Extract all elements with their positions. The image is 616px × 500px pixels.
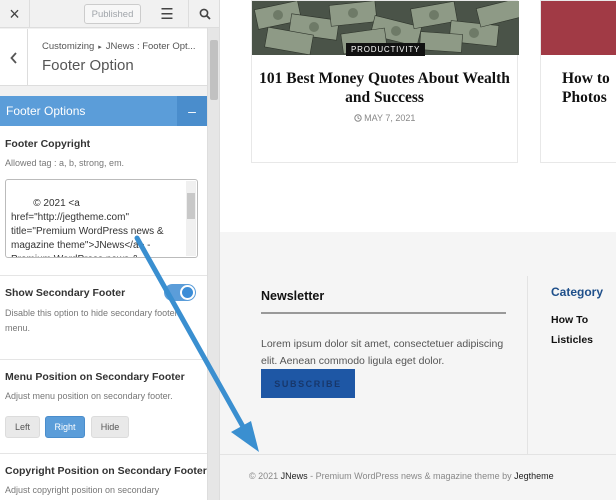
close-icon[interactable]: × xyxy=(0,0,30,28)
copyright-middle: - Premium WordPress news & magazine them… xyxy=(307,471,515,481)
control-title: Footer Copyright xyxy=(5,138,91,150)
post-date: MAY 7, 2021 xyxy=(252,113,517,123)
breadcrumb-parent: Customizing xyxy=(42,41,95,52)
author-link[interactable]: Jegtheme xyxy=(514,471,554,481)
newsletter-text: Lorem ipsum dolor sit amet, consectetuer… xyxy=(261,338,504,367)
back-icon[interactable] xyxy=(0,29,28,86)
footer-bottom-bar: © 2021 JNews - Premium WordPress news & … xyxy=(220,454,616,500)
menu-position-left-button[interactable]: Left xyxy=(5,416,40,438)
copyright-textarea-value: © 2021 <a href="http://jegtheme.com" tit… xyxy=(11,198,164,257)
footer-options-group[interactable]: Footer Options – xyxy=(0,96,207,126)
post-card-partial[interactable]: How to Photos xyxy=(540,0,616,163)
clock-icon xyxy=(353,114,362,122)
textarea-scroll-thumb[interactable] xyxy=(187,193,195,219)
post-date-text: MAY 7, 2021 xyxy=(364,113,416,123)
post-title[interactable]: How to Photos xyxy=(562,69,616,107)
search-icon[interactable] xyxy=(188,0,219,28)
menu-icon[interactable]: ☰ xyxy=(156,3,178,25)
panel-scroll-thumb[interactable] xyxy=(210,40,218,100)
breadcrumb-child: JNews : Footer Opt... xyxy=(105,41,196,52)
breadcrumb-separator-icon: ▸ xyxy=(98,44,102,51)
newsletter-title: Newsletter xyxy=(261,289,325,303)
breadcrumb: Customizing ▸ JNews : Footer Opt... xyxy=(42,41,202,52)
menu-position-right-button[interactable]: Right xyxy=(45,416,85,438)
brand-link[interactable]: JNews xyxy=(281,471,308,481)
toggle-knob xyxy=(180,285,195,300)
panel-scrollbar[interactable] xyxy=(207,28,219,500)
copyright-textarea[interactable]: © 2021 <a href="http://jegtheme.com" tit… xyxy=(5,179,198,258)
control-description: Adjust copyright position on secondary xyxy=(5,485,160,495)
textarea-scrollbar[interactable] xyxy=(186,181,196,256)
customizer-topbar: × Published ☰ xyxy=(0,0,219,28)
section-title: Footer Option xyxy=(42,57,134,74)
category-badge[interactable]: PRODUCTIVITY xyxy=(346,43,426,56)
post-title[interactable]: 101 Best Money Quotes About Wealth and S… xyxy=(252,69,517,107)
control-description: Adjust menu position on secondary footer… xyxy=(5,391,173,401)
copyright-position-control: Copyright Position on Secondary Footer A… xyxy=(0,454,207,500)
controls-list: Footer Copyright Allowed tag : a, b, str… xyxy=(0,126,207,500)
category-link[interactable]: Listicles xyxy=(551,334,593,346)
site-preview: PRODUCTIVITY 101 Best Money Quotes About… xyxy=(220,0,616,500)
group-title: Footer Options xyxy=(6,104,86,118)
customizer-panel: × Published ☰ Customizing ▸ JNews : Footer… xyxy=(0,0,220,500)
menu-position-hide-button[interactable]: Hide xyxy=(91,416,129,438)
control-description: Allowed tag : a, b, strong, em. xyxy=(5,158,125,168)
control-title: Show Secondary Footer xyxy=(5,287,126,299)
control-title: Copyright Position on Secondary Footer xyxy=(5,465,207,477)
control-description: Disable this option to hide secondary fo… xyxy=(5,308,178,333)
category-link[interactable]: How To xyxy=(551,314,588,326)
collapse-icon[interactable]: – xyxy=(177,96,207,126)
section-header: Customizing ▸ JNews : Footer Opt... Footer… xyxy=(0,29,207,86)
subscribe-button[interactable]: SUBSCRIBE xyxy=(261,369,355,398)
post-thumbnail[interactable] xyxy=(541,1,616,55)
post-card[interactable]: PRODUCTIVITY 101 Best Money Quotes About… xyxy=(251,0,524,163)
footer-divider xyxy=(527,276,528,454)
footer-copyright: © 2021 JNews - Premium WordPress news & … xyxy=(249,471,554,481)
site-footer: Newsletter Lorem ipsum dolor sit amet, c… xyxy=(220,232,616,500)
secondary-footer-toggle[interactable] xyxy=(164,284,196,301)
menu-position-control: Menu Position on Secondary Footer Adjust… xyxy=(0,360,207,454)
footer-copyright-control: Footer Copyright Allowed tag : a, b, str… xyxy=(0,126,207,276)
category-title: Category xyxy=(551,285,604,299)
published-button[interactable]: Published xyxy=(84,4,141,24)
copyright-prefix: © 2021 xyxy=(249,471,281,481)
control-title: Menu Position on Secondary Footer xyxy=(5,371,185,383)
newsletter-divider xyxy=(261,312,506,314)
secondary-footer-control: Show Secondary Footer Disable this optio… xyxy=(0,276,207,360)
